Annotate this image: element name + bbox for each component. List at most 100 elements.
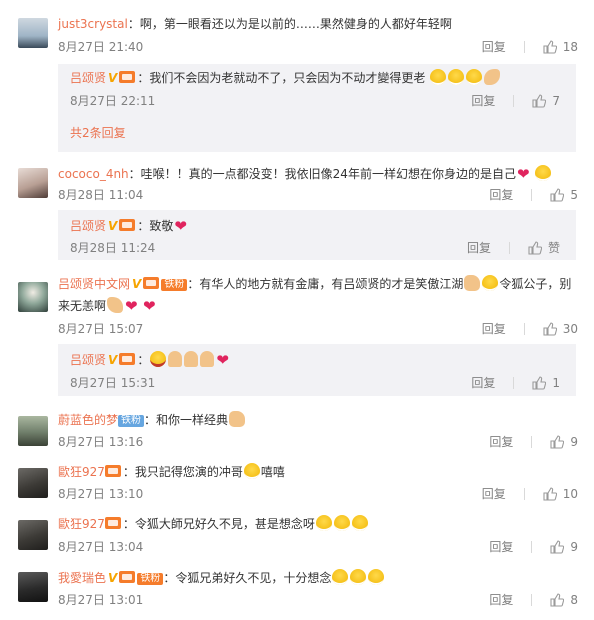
reply-actions: 回复 7 — [471, 92, 560, 110]
avatar[interactable] — [18, 18, 48, 48]
grin-emoji-icon — [448, 69, 465, 85]
reply-actions: 回复 赞 — [467, 239, 560, 257]
like-count: 赞 — [547, 241, 560, 255]
comment-line: 蔚蓝色的梦 铁粉 ：和你一样经典 — [58, 410, 584, 430]
comment-actions: 回复 9 — [489, 538, 578, 556]
reply-button[interactable]: 回复 — [471, 92, 495, 110]
reply-line: 吕颂贤 V ：我们不会因为老就动不了，只会因为不动才變得更老 — [70, 68, 576, 88]
avatar[interactable] — [18, 416, 48, 446]
like-count: 5 — [570, 188, 578, 202]
avatar[interactable] — [18, 168, 48, 198]
comment-text: ：有华人的地方就有金庸，有吕颂贤的才是笑傲江湖 — [187, 277, 464, 291]
like-button[interactable]: 30 — [543, 320, 578, 338]
thumbs-up-emoji-icon — [464, 275, 481, 291]
grin-emoji-icon — [430, 69, 447, 85]
username-link[interactable]: 我愛瑞色 — [58, 571, 106, 585]
divider — [531, 594, 533, 606]
grin-emoji-icon — [534, 165, 551, 181]
reply-button[interactable]: 回复 — [467, 239, 491, 257]
like-button[interactable]: 8 — [550, 591, 578, 609]
vip-crown-icon — [119, 571, 136, 583]
username-link[interactable]: 吕颂贤 — [70, 71, 106, 85]
comment-time: 8月27日 13:01 — [58, 593, 144, 607]
reply-text: ：我们不会因为老就动不了，只会因为不动才變得更老 — [137, 71, 426, 85]
username-link[interactable]: 歐狂927 — [58, 517, 105, 531]
comment-line: cococo_4nh：哇喉！！真的一点都没变！我依旧像24年前一样幻想在你身边的… — [58, 164, 584, 184]
comment-line: 我愛瑞色 V 铁粉 ：令狐兄弟好久不见，十分想念 — [58, 568, 584, 588]
grin-emoji-icon — [332, 569, 349, 585]
reply-box: 吕颂贤 V ：我们不会因为老就动不了，只会因为不动才變得更老 8月27日 22:11… — [58, 64, 576, 152]
expand-replies-link[interactable]: 共2条回复 — [70, 124, 126, 142]
reply-button[interactable]: 回复 — [489, 186, 513, 204]
username-link[interactable]: just3crystal — [58, 17, 128, 31]
comment-text: ：我只記得您演的冲哥 — [122, 465, 243, 479]
comment-text-cont: 令狐公子，别 — [499, 277, 572, 291]
reply-button[interactable]: 回复 — [489, 538, 513, 556]
like-button[interactable]: 5 — [550, 186, 578, 204]
vip-crown-icon — [104, 517, 121, 529]
comment-actions: 回复 30 — [482, 320, 578, 338]
reply-button[interactable]: 回复 — [482, 320, 506, 338]
reply-button[interactable]: 回复 — [489, 591, 513, 609]
username-link[interactable]: 吕颂贤 — [70, 353, 106, 367]
vip-crown-icon — [119, 219, 136, 231]
verified-icon: V — [108, 353, 118, 367]
heart-emoji-icon: ❤ — [125, 297, 138, 315]
reply-button[interactable]: 回复 — [471, 374, 495, 392]
reply-line: 吕颂贤 V ： ❤ — [70, 350, 576, 370]
username-link[interactable]: 歐狂927 — [58, 465, 105, 479]
reply-button[interactable]: 回复 — [489, 433, 513, 451]
like-count: 18 — [562, 40, 578, 54]
comment-text: ：啊，第一眼看还以为是以前的……果然健身的人都好年轻啊 — [127, 17, 452, 31]
like-button[interactable]: 7 — [532, 92, 560, 110]
avatar[interactable] — [18, 282, 48, 312]
comment-time: 8月28日 11:04 — [58, 188, 144, 202]
like-button[interactable]: 赞 — [528, 239, 560, 257]
heart-emoji-icon: ❤ — [174, 217, 187, 235]
vip-crown-icon — [143, 277, 160, 289]
comment-time: 8月27日 13:04 — [58, 540, 144, 554]
avatar[interactable] — [18, 520, 48, 550]
divider — [531, 436, 533, 448]
reply-button[interactable]: 回复 — [482, 38, 506, 56]
username-link[interactable]: cococo_4nh — [58, 167, 129, 181]
comment-text-tail: 嘻嘻 — [260, 465, 285, 479]
username-link[interactable]: 蔚蓝色的梦 — [58, 413, 118, 427]
heart-emoji-icon: ❤ — [216, 351, 229, 369]
vip-crown-icon — [119, 71, 136, 83]
grin-emoji-icon — [368, 569, 385, 585]
comment-line: 歐狂927 ：我只記得您演的冲哥 嘻嘻 — [58, 462, 584, 482]
divider — [513, 95, 515, 107]
reply-line: 吕颂贤 V ：致敬❤ — [70, 216, 576, 236]
comment-thread: just3crystal：啊，第一眼看还以为是以前的……果然健身的人都好年轻啊 … — [0, 0, 594, 620]
like-button[interactable]: 1 — [532, 374, 560, 392]
fan-badge: 铁粉 — [137, 573, 164, 585]
reply-button[interactable]: 回复 — [482, 485, 506, 503]
grin-emoji-icon — [350, 569, 367, 585]
comment-text: ：和你一样经典 — [144, 413, 229, 427]
thumbs-up-icon — [528, 241, 542, 255]
comment-text: ：哇喉！！真的一点都没变！我依旧像24年前一样幻想在你身边的是自己 — [128, 167, 516, 181]
like-button[interactable]: 9 — [550, 433, 578, 451]
reply-time: 8月27日 22:11 — [70, 94, 156, 108]
verified-icon: V — [108, 71, 118, 85]
thumbs-up-icon — [543, 40, 557, 54]
fan-badge: 铁粉 — [161, 279, 188, 291]
like-button[interactable]: 10 — [543, 485, 578, 503]
like-button[interactable]: 18 — [543, 38, 578, 56]
thumbs-up-icon — [550, 540, 565, 554]
avatar[interactable] — [18, 468, 48, 498]
thumbs-up-icon — [532, 94, 547, 108]
verified-icon: V — [108, 571, 118, 585]
comment-actions: 回复 8 — [489, 591, 578, 609]
avatar[interactable] — [18, 572, 48, 602]
clap-emoji-icon — [107, 297, 124, 313]
grin-emoji-icon — [482, 275, 499, 291]
username-link[interactable]: 吕颂贤 — [70, 219, 106, 233]
verified-icon: V — [132, 277, 142, 291]
comment-time: 8月27日 15:07 — [58, 322, 144, 336]
heart-emoji-icon: ❤ — [143, 297, 156, 315]
like-button[interactable]: 9 — [550, 538, 578, 556]
username-link[interactable]: 吕颂贤中文网 — [58, 277, 130, 291]
laugh-emoji-icon — [150, 351, 167, 367]
